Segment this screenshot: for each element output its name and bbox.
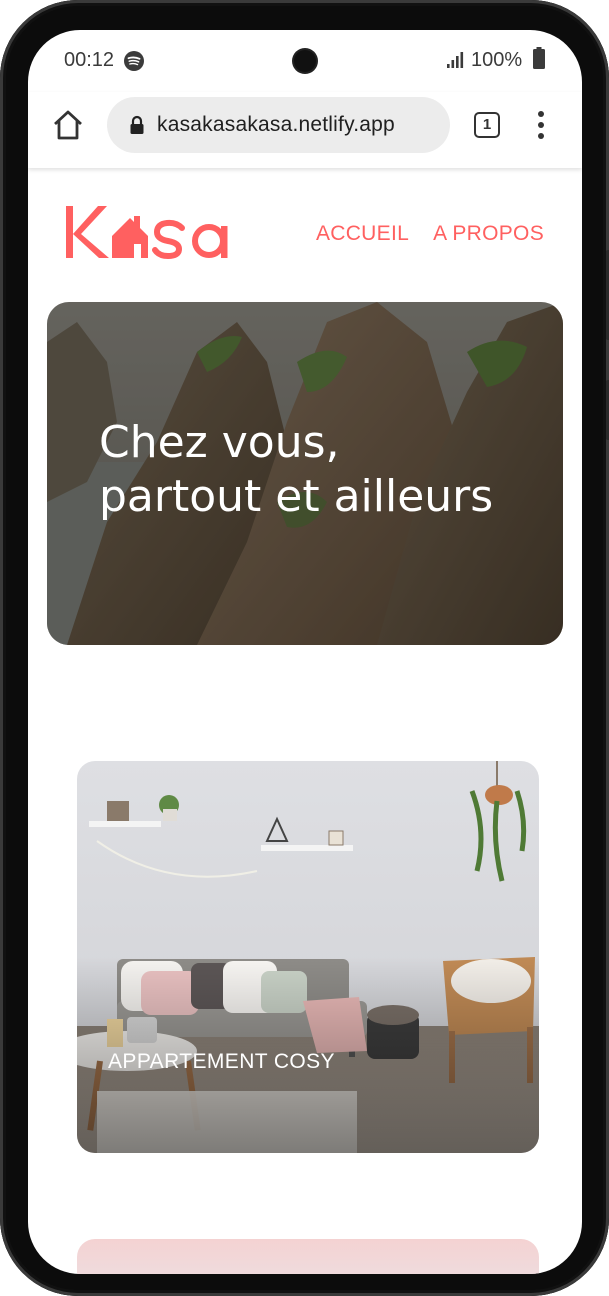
address-bar[interactable]: kasakasakasa.netlify.app [107, 97, 450, 153]
lock-icon [130, 115, 144, 134]
card-title: APPARTEMENT COSY [108, 1050, 335, 1073]
card-image [77, 761, 539, 1153]
tabs-icon[interactable]: 1 [474, 112, 500, 138]
browser-toolbar: kasakasakasa.netlify.app 1 [28, 92, 582, 168]
status-bar: 00:12 100% [28, 30, 582, 92]
hero-banner: Chez vous, partout et ailleurs [47, 302, 563, 645]
url-text: kasakasakasa.netlify.app [157, 113, 395, 136]
nav-accueil[interactable]: ACCUEIL [316, 222, 409, 246]
main-nav: ACCUEIL A PROPOS [316, 222, 544, 246]
web-page: ACCUEIL A PROPOS Chez vous, partout et a… [28, 168, 582, 1274]
hero-title-line-1: Chez vous, [99, 417, 340, 468]
status-time: 00:12 [64, 49, 115, 71]
rental-card[interactable]: APPARTEMENT COSY [77, 761, 539, 1153]
battery-percent: 100% [471, 49, 523, 71]
hero-title-line-2: partout et ailleurs [99, 471, 494, 522]
front-camera [294, 50, 316, 72]
signal-icon [447, 52, 464, 68]
phone-screen: 00:12 100% kasakasakasa.netlify.app 1 AC… [28, 30, 582, 1274]
spotify-icon [124, 51, 144, 71]
phone-frame: 00:12 100% kasakasakasa.netlify.app 1 AC… [0, 0, 609, 1296]
home-icon[interactable] [52, 109, 84, 141]
menu-icon[interactable] [536, 110, 546, 140]
battery-icon [533, 47, 545, 69]
rental-card-partial[interactable] [77, 1239, 539, 1274]
kasa-logo[interactable] [64, 202, 240, 262]
hero-title: Chez vous, partout et ailleurs [99, 416, 493, 524]
nav-a-propos[interactable]: A PROPOS [433, 222, 544, 246]
